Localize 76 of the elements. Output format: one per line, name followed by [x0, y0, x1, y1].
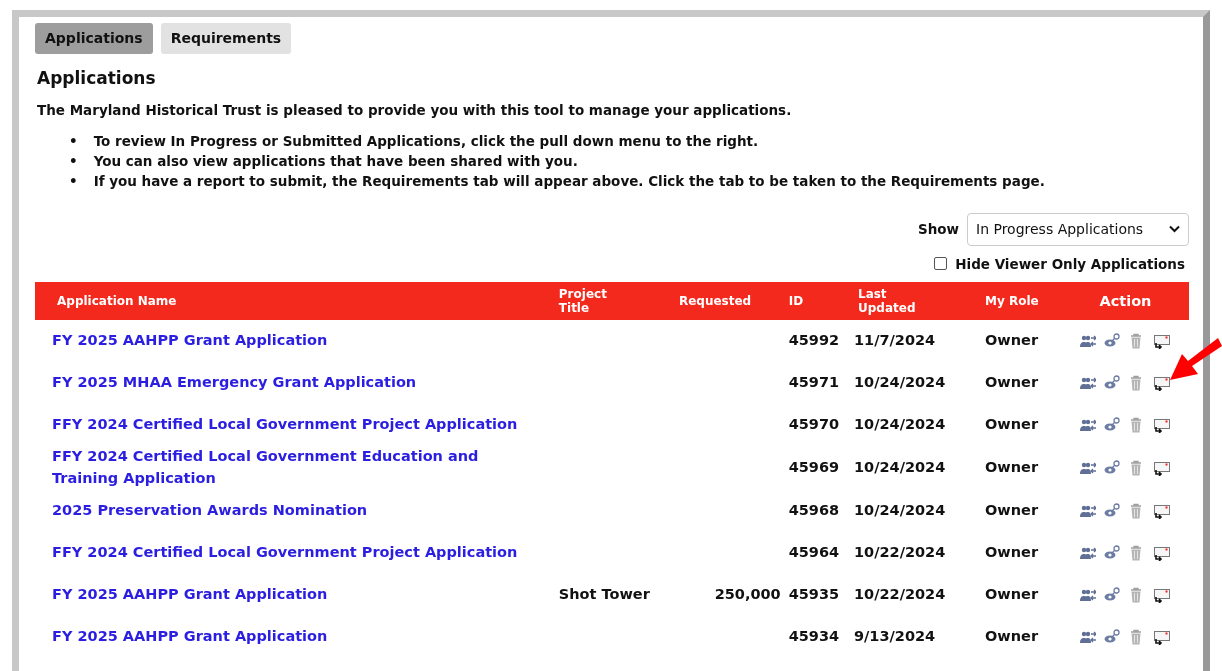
column-header: Application Name: [57, 294, 177, 308]
share-users-icon[interactable]: [1080, 375, 1097, 391]
application-id: 45971: [788, 374, 840, 391]
last-updated: 11/7/2024: [854, 332, 936, 349]
tab[interactable]: Applications: [35, 23, 153, 54]
mail-reply-icon[interactable]: [1152, 628, 1171, 645]
last-updated: 10/24/2024: [854, 374, 946, 391]
column-header: ID: [788, 294, 804, 308]
mail-reply-icon[interactable]: [1152, 502, 1171, 519]
checkbox-label: Hide Viewer Only Applications: [955, 254, 1185, 274]
application-id: 45970: [788, 416, 840, 433]
last-updated: 10/24/2024: [854, 458, 946, 475]
bullet-text: To review In Progress or Submitted Applications, click the pull down menu to the right.: [93, 131, 759, 151]
application-link[interactable]: FY 2025 AAHPP Grant Application: [52, 330, 328, 352]
show-dropdown[interactable]: In Progress Applications: [967, 212, 1189, 246]
application-id: 45992: [788, 332, 840, 349]
column-header: Project Title: [558, 287, 608, 315]
application-id: 45935: [788, 585, 840, 602]
eye-key-icon[interactable]: [1104, 417, 1121, 433]
role-text: Owner: [985, 458, 1039, 475]
bullet-text: If you have a report to submit, the Requirements tab will appear above. Click the tab to be taken to the Requirements page.: [93, 171, 1045, 191]
column-header: Last Updated: [858, 287, 917, 315]
role-text: Owner: [985, 627, 1039, 644]
application-link[interactable]: 2025 Preservation Awards Nomination: [52, 499, 368, 522]
intro-text: The Maryland Historical Trust is pleased to provide you with this tool to manage your applications.: [37, 100, 793, 120]
role-text: Owner: [985, 585, 1039, 602]
last-updated: 10/24/2024: [854, 501, 946, 518]
share-users-icon[interactable]: [1080, 417, 1097, 433]
application-id: 45969: [788, 458, 840, 475]
bullet-marker: •: [69, 151, 78, 171]
last-updated: 9/13/2024: [854, 627, 936, 644]
role-text: Owner: [985, 374, 1039, 391]
last-updated: 10/24/2024: [854, 416, 946, 433]
application-id: 45934: [788, 627, 840, 644]
role-text: Owner: [985, 416, 1039, 433]
requested-amount: 250,000: [714, 585, 781, 602]
last-updated: 10/22/2024: [854, 585, 946, 602]
mail-reply-icon[interactable]: [1152, 586, 1171, 603]
mail-reply-icon[interactable]: [1152, 375, 1171, 391]
application-link[interactable]: FFY 2024 Certified Local Government Education and Training Application: [52, 446, 535, 490]
application-link[interactable]: FY 2025 AAHPP Grant Application: [52, 583, 328, 606]
show-label: Show: [917, 220, 959, 240]
bullet-marker: •: [69, 171, 78, 191]
tab[interactable]: Requirements: [160, 23, 292, 54]
last-updated: 10/22/2024: [854, 543, 946, 560]
application-link[interactable]: FY 2025 AAHPP Grant Application: [52, 625, 328, 648]
role-text: Owner: [985, 332, 1039, 349]
eye-key-icon[interactable]: [1104, 502, 1121, 519]
share-users-icon[interactable]: [1080, 333, 1097, 349]
application-id: 45968: [788, 501, 840, 518]
eye-key-icon[interactable]: [1104, 459, 1121, 476]
application-link[interactable]: FY 2025 MHAA Emergency Grant Application: [52, 372, 417, 394]
bullet-text: You can also view applications that have been shared with you.: [93, 151, 578, 171]
eye-key-icon[interactable]: [1104, 586, 1121, 603]
eye-key-icon[interactable]: [1104, 544, 1121, 561]
application-link[interactable]: FFY 2024 Certified Local Government Project Application: [52, 541, 518, 564]
eye-key-icon[interactable]: [1104, 375, 1121, 391]
role-text: Owner: [985, 501, 1039, 518]
project-title: Shot Tower: [558, 585, 650, 602]
mail-reply-icon[interactable]: [1152, 544, 1171, 561]
application-link[interactable]: FFY 2024 Certified Local Government Project Application: [52, 414, 518, 436]
chevron-icon: [1169, 225, 1180, 234]
page-heading: Applications: [37, 67, 157, 90]
eye-key-icon[interactable]: [1104, 628, 1121, 645]
role-text: Owner: [985, 543, 1039, 560]
mail-reply-icon[interactable]: [1152, 417, 1171, 433]
column-header: Requested: [678, 294, 752, 308]
mail-reply-icon[interactable]: [1152, 333, 1171, 349]
application-id: 45964: [788, 543, 840, 560]
bullet-marker: •: [69, 131, 78, 151]
eye-key-icon[interactable]: [1104, 333, 1121, 349]
column-header: Action: [1099, 293, 1152, 309]
checkbox[interactable]: [934, 257, 948, 271]
column-header: My Role: [985, 294, 1040, 308]
arrow-annotation: [1170, 336, 1222, 382]
mail-reply-icon[interactable]: [1152, 459, 1171, 476]
